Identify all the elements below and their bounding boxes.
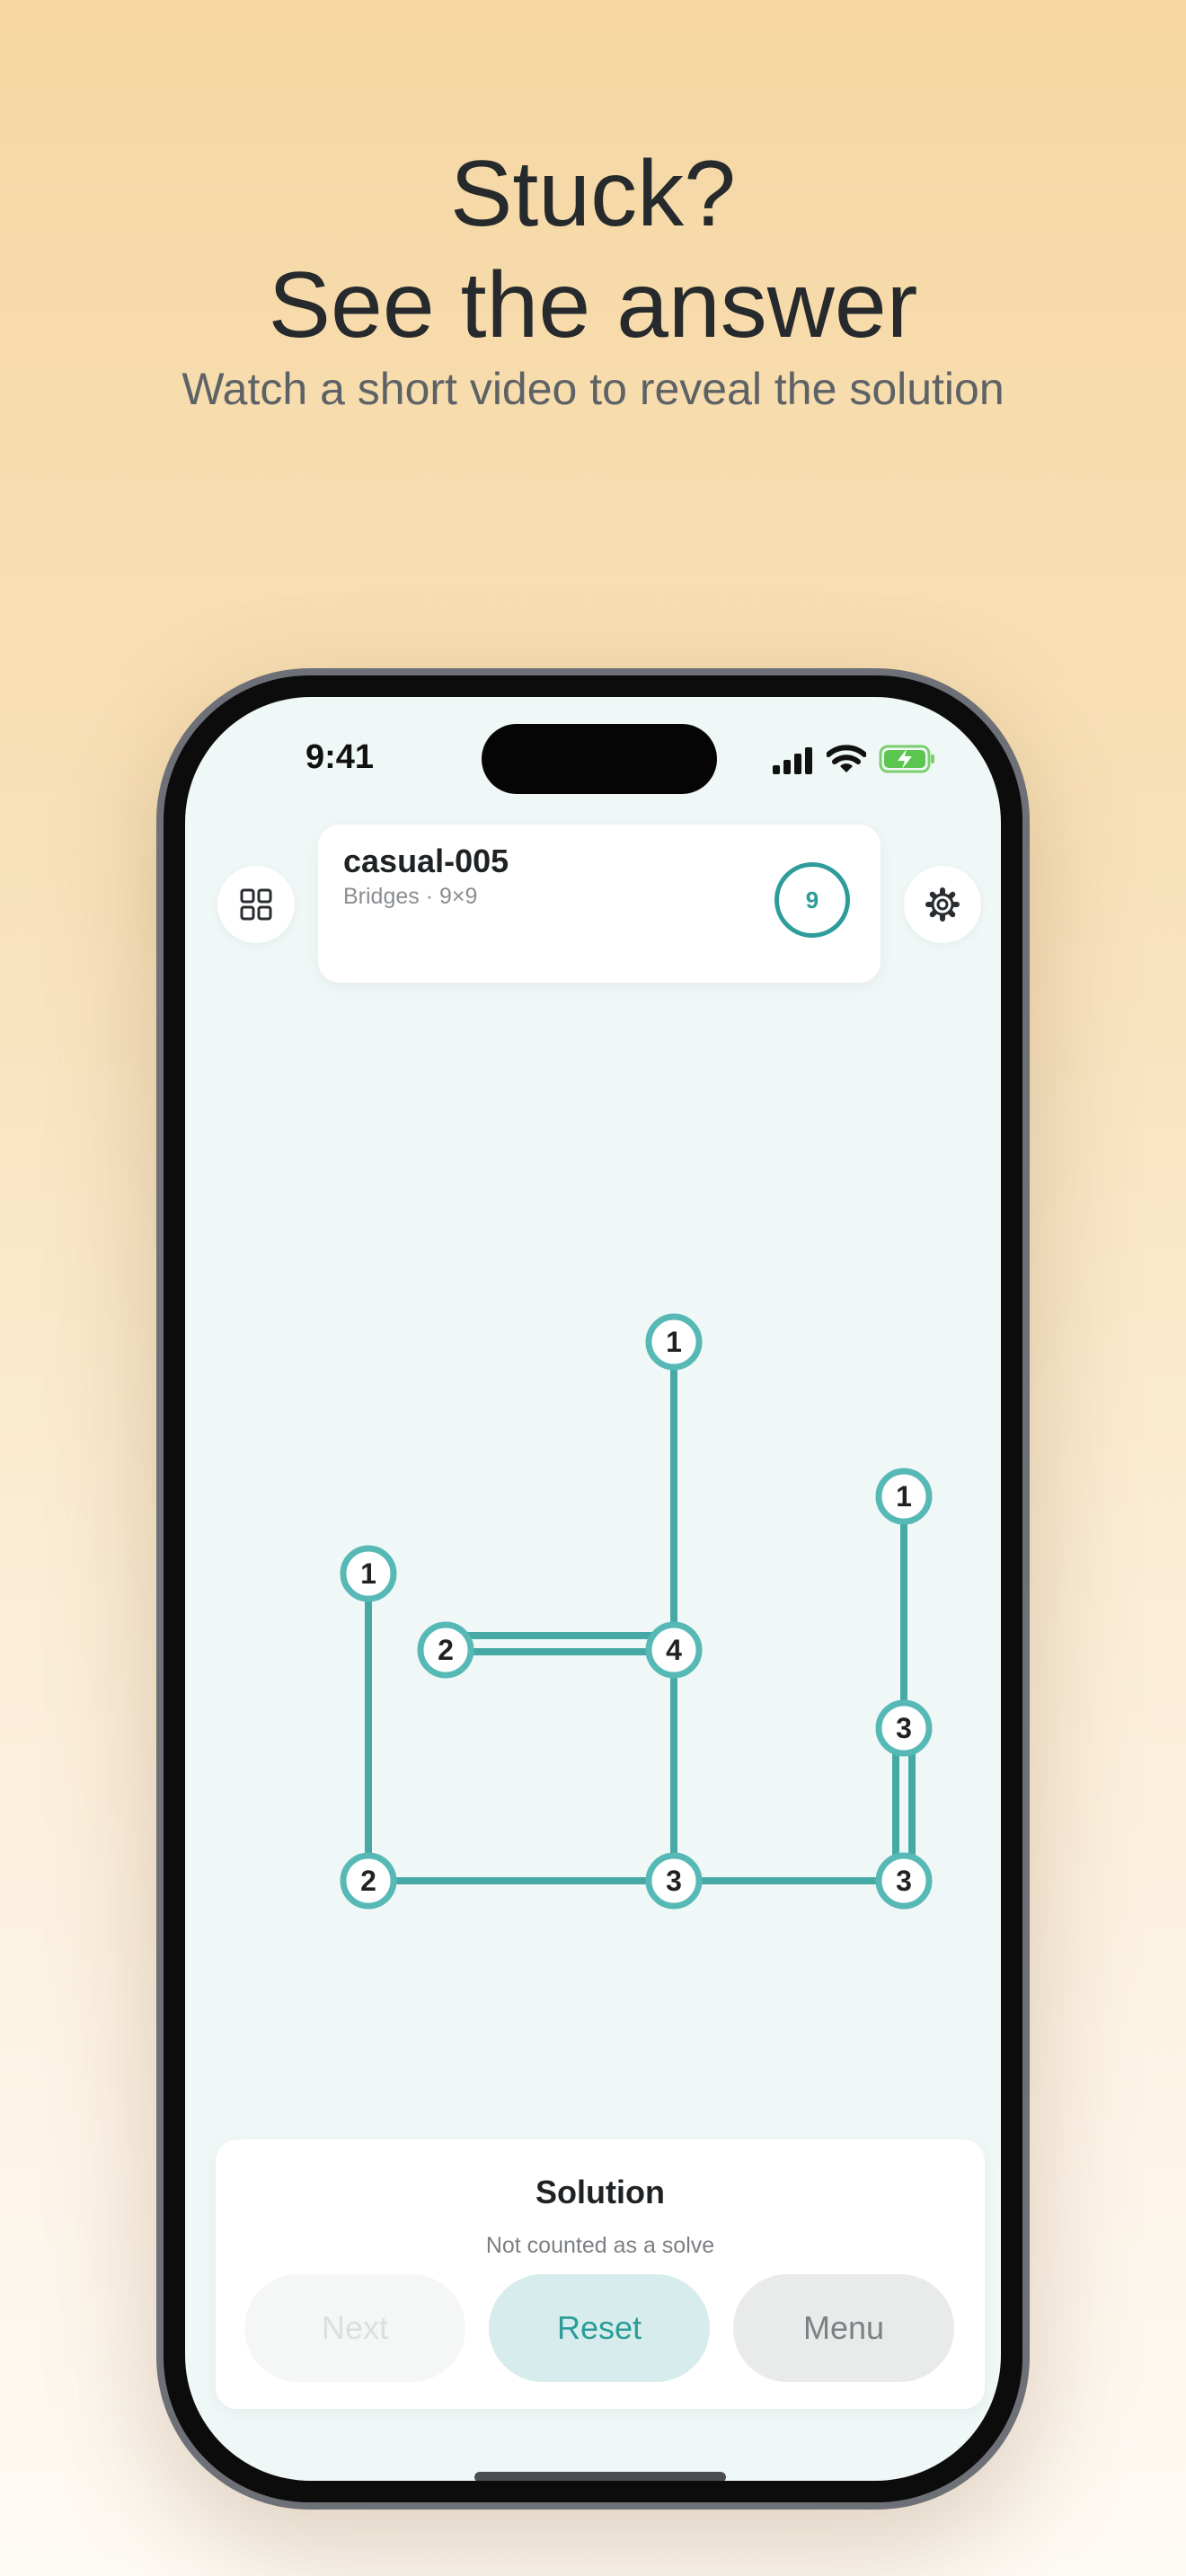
progress-ring: 9 <box>774 862 850 938</box>
island[interactable]: 3 <box>875 1852 933 1910</box>
puzzle-id: casual-005 <box>343 842 509 879</box>
wifi-icon <box>827 745 866 772</box>
status-time: 9:41 <box>305 738 375 776</box>
island-label: 1 <box>896 1480 912 1513</box>
island-label: 3 <box>896 1865 912 1897</box>
next-button[interactable]: Next <box>244 2274 465 2382</box>
island[interactable]: 1 <box>875 1468 933 1525</box>
puzzle-info-card: casual-005 Bridges · 9×9 9 <box>318 825 881 983</box>
island-label: 2 <box>360 1865 376 1897</box>
dynamic-island <box>482 724 717 794</box>
gear-icon <box>925 887 960 922</box>
island-label: 4 <box>666 1634 682 1666</box>
island-label: 1 <box>360 1557 376 1590</box>
panel-title: Solution <box>535 2174 665 2210</box>
puzzle-meta: Bridges · 9×9 <box>343 884 478 909</box>
menu-button[interactable]: Menu <box>733 2274 954 2382</box>
island[interactable]: 2 <box>340 1852 397 1910</box>
subtitle: Watch a short video to reveal the soluti… <box>181 364 1005 414</box>
menu-grid-button[interactable] <box>217 866 295 943</box>
island[interactable]: 1 <box>645 1313 703 1371</box>
island-label: 3 <box>666 1865 682 1897</box>
island-label: 3 <box>896 1712 912 1744</box>
phone-frame: 9:41 casual-005 Bridges · 9×9 9 1 1 1 2 … <box>156 668 1030 2510</box>
signal-icon <box>773 747 812 774</box>
headline-line-1: Stuck? <box>450 142 736 246</box>
reset-button[interactable]: Reset <box>489 2274 710 2382</box>
phone-bezel: 9:41 casual-005 Bridges · 9×9 9 1 1 1 2 … <box>164 675 1022 2502</box>
phone-screen: 9:41 casual-005 Bridges · 9×9 9 1 1 1 2 … <box>185 697 1001 2481</box>
panel-subtitle: Not counted as a solve <box>485 2233 715 2258</box>
battery-charging-icon <box>879 745 934 773</box>
island[interactable]: 3 <box>645 1852 703 1910</box>
headline-line-2: See the answer <box>268 253 918 357</box>
solution-panel: Solution Not counted as a solve Next Res… <box>216 2139 985 2409</box>
island[interactable]: 3 <box>875 1699 933 1757</box>
grid-icon <box>240 888 272 921</box>
island-label: 1 <box>666 1326 682 1358</box>
home-indicator[interactable] <box>474 2472 726 2481</box>
settings-button[interactable] <box>904 866 981 943</box>
island[interactable]: 2 <box>417 1621 474 1679</box>
island-label: 2 <box>438 1634 454 1666</box>
island[interactable]: 1 <box>340 1545 397 1602</box>
island[interactable]: 4 <box>645 1621 703 1679</box>
